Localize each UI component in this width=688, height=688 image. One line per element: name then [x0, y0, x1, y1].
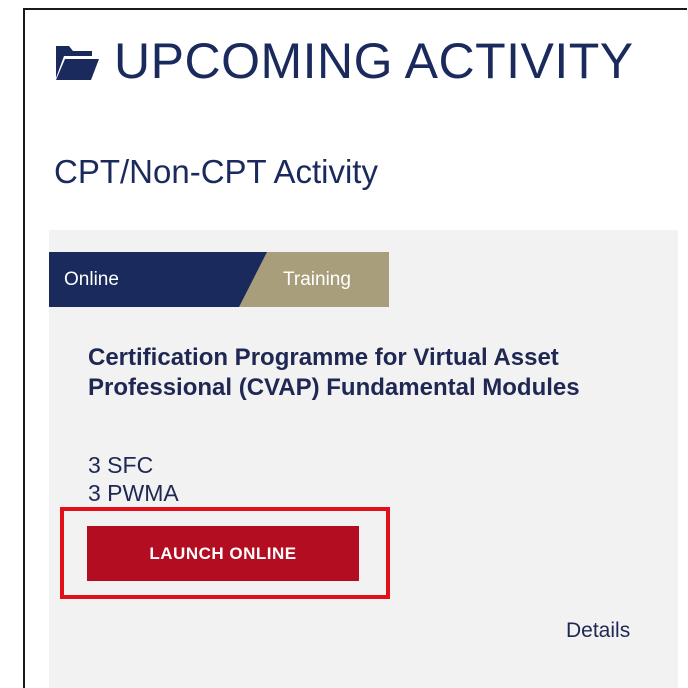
- page-heading: UPCOMING ACTIVITY: [54, 26, 634, 96]
- credit-sfc: 3 SFC: [88, 452, 154, 478]
- page-title: UPCOMING ACTIVITY: [114, 33, 634, 89]
- activity-tags: Online Training: [49, 252, 389, 307]
- credits-list: 3 SFC 3 PWMA: [88, 451, 179, 507]
- credit-pwma: 3 PWMA: [88, 480, 179, 506]
- activity-title: Certification Programme for Virtual Asse…: [88, 344, 580, 401]
- activity-card: Online Training Certification Programme …: [49, 230, 678, 688]
- launch-online-button[interactable]: LAUNCH ONLINE: [87, 526, 359, 581]
- tag-training: Training: [283, 269, 351, 290]
- folder-icon: [54, 40, 100, 82]
- tag-online: Online: [64, 269, 119, 290]
- details-link[interactable]: Details: [566, 618, 630, 644]
- section-title: CPT/Non-CPT Activity: [54, 153, 378, 190]
